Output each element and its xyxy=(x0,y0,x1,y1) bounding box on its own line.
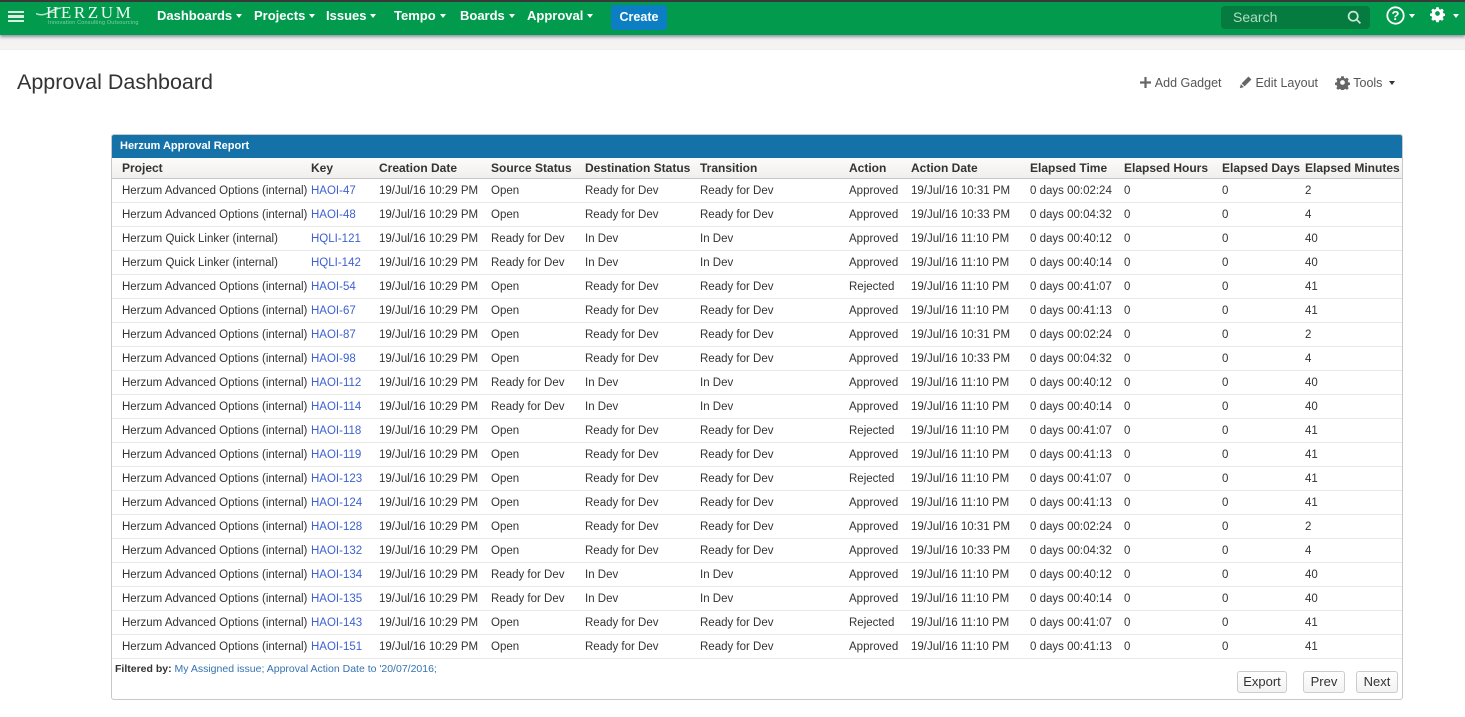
svg-text:?: ? xyxy=(1392,8,1400,23)
